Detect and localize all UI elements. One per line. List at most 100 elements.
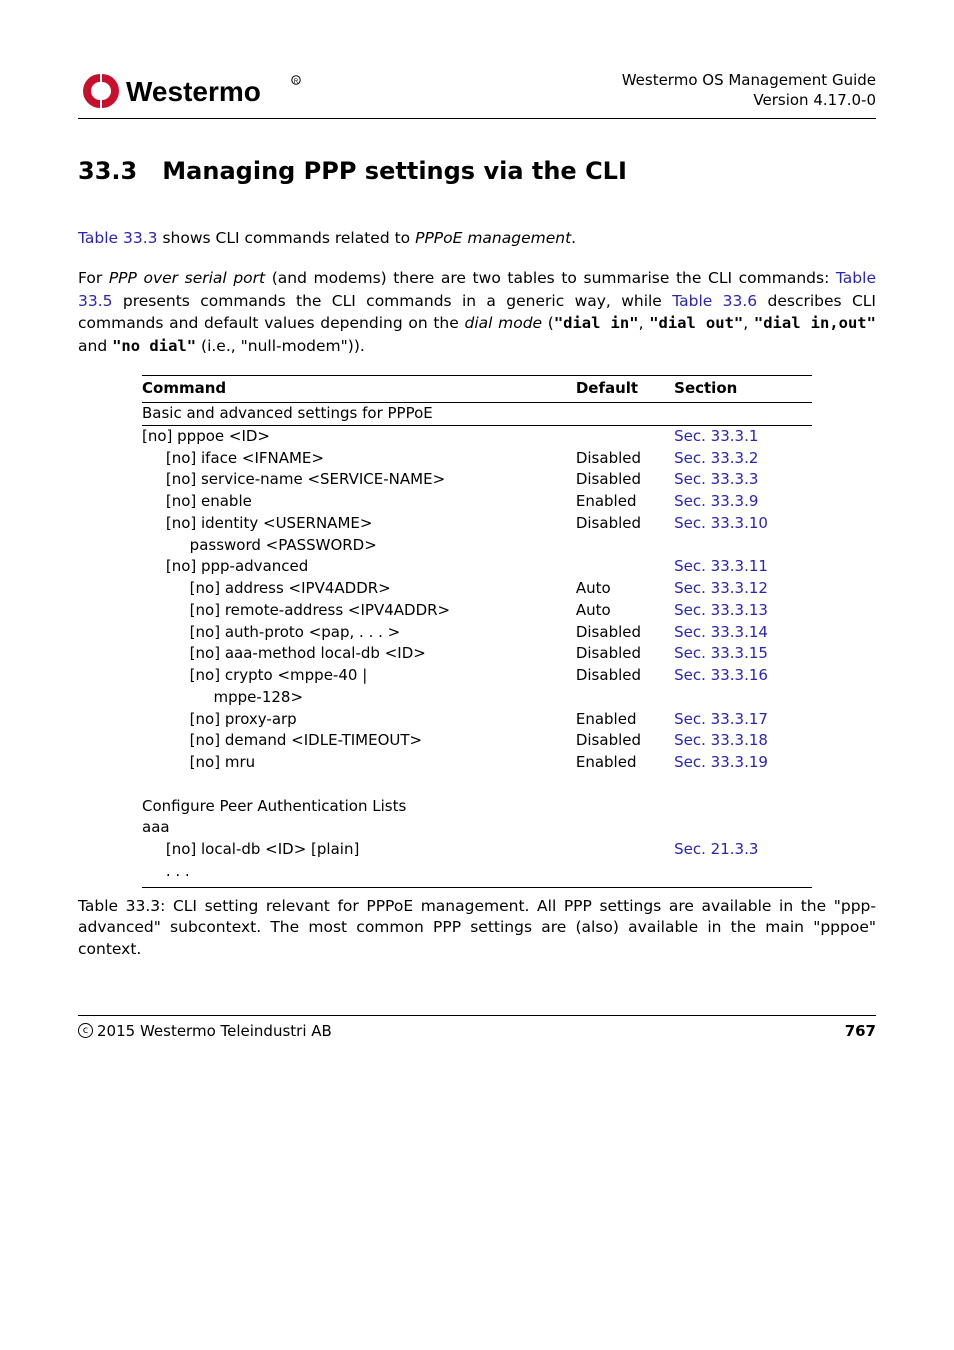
cmd-cell: password <PASSWORD> <box>142 535 576 557</box>
table-row: aaa <box>142 817 812 839</box>
westermo-logo: Westermo R <box>78 70 308 112</box>
table-header-row: Command Default Section <box>142 376 812 403</box>
doc-title-block: Westermo OS Management Guide Version 4.1… <box>622 70 876 111</box>
table-row: Configure Peer Authentication Lists <box>142 796 812 818</box>
default-cell: Enabled <box>576 709 674 731</box>
th-default: Default <box>576 376 674 403</box>
default-cell <box>576 839 674 861</box>
cmd-cell: [no] address <IPV4ADDR> <box>142 578 576 600</box>
section-number: 33.3 <box>78 157 137 185</box>
default-cell <box>576 817 674 839</box>
section-cell[interactable]: Sec. 33.3.15 <box>674 643 812 665</box>
table-row: [no] identity <USERNAME>DisabledSec. 33.… <box>142 513 812 535</box>
default-cell <box>576 556 674 578</box>
section-cell[interactable]: Sec. 33.3.19 <box>674 752 812 774</box>
section-cell[interactable]: Sec. 33.3.14 <box>674 622 812 644</box>
cmd-cell: [no] iface <IFNAME> <box>142 448 576 470</box>
default-cell: Auto <box>576 600 674 622</box>
paragraph-2: For PPP over serial port (and modems) th… <box>78 267 876 357</box>
table-row: mppe-128> <box>142 687 812 709</box>
copyright-text: 2015 Westermo Teleindustri AB <box>97 1022 332 1040</box>
cmd-cell: [no] remote-address <IPV4ADDR> <box>142 600 576 622</box>
section-cell[interactable]: Sec. 33.3.16 <box>674 665 812 687</box>
section-cell <box>674 861 812 887</box>
default-cell: Disabled <box>576 730 674 752</box>
table-row: [no] aaa-method local-db <ID>DisabledSec… <box>142 643 812 665</box>
cmd-cell: aaa <box>142 817 576 839</box>
section-heading: 33.3 Managing PPP settings via the CLI <box>78 157 876 185</box>
table-row: [no] auth-proto <pap, . . . >DisabledSec… <box>142 622 812 644</box>
cmd-cell: . . . <box>142 861 576 887</box>
default-cell: Disabled <box>576 665 674 687</box>
table-row: [no] proxy-arpEnabledSec. 33.3.17 <box>142 709 812 731</box>
table-row: [no] local-db <ID> [plain] Sec. 21.3.3 <box>142 839 812 861</box>
cmd-cell: [no] local-db <ID> [plain] <box>142 839 576 861</box>
section-cell[interactable]: Sec. 33.3.17 <box>674 709 812 731</box>
section-cell[interactable]: Sec. 33.3.10 <box>674 513 812 535</box>
section-cell <box>674 796 812 818</box>
default-cell <box>576 425 674 447</box>
page-footer: c 2015 Westermo Teleindustri AB 767 <box>78 1022 876 1040</box>
table-row: [no] mruEnabledSec. 33.3.19 <box>142 752 812 774</box>
cmd-cell: [no] demand <IDLE-TIMEOUT> <box>142 730 576 752</box>
default-cell: Disabled <box>576 469 674 491</box>
table-row: [no] enableEnabledSec. 33.3.9 <box>142 491 812 513</box>
copyright: c 2015 Westermo Teleindustri AB <box>78 1022 332 1040</box>
cmd-cell: [no] pppoe <ID> <box>142 425 576 447</box>
default-cell: Disabled <box>576 622 674 644</box>
default-cell: Disabled <box>576 513 674 535</box>
cmd-cell: Configure Peer Authentication Lists <box>142 796 576 818</box>
section-cell[interactable]: Sec. 33.3.13 <box>674 600 812 622</box>
th-section: Section <box>674 376 812 403</box>
cmd-cell: mppe-128> <box>142 687 576 709</box>
table-row: [no] ppp-advancedSec. 33.3.11 <box>142 556 812 578</box>
section-cell[interactable]: Sec. 33.3.3 <box>674 469 812 491</box>
table-row: [no] address <IPV4ADDR>AutoSec. 33.3.12 <box>142 578 812 600</box>
table-row: [no] remote-address <IPV4ADDR>AutoSec. 3… <box>142 600 812 622</box>
section-cell[interactable]: Sec. 33.3.11 <box>674 556 812 578</box>
cmd-cell <box>142 774 576 796</box>
link-table-33-6[interactable]: Table 33.6 <box>672 292 757 310</box>
cmd-cell: [no] proxy-arp <box>142 709 576 731</box>
section-cell[interactable]: Sec. 33.3.12 <box>674 578 812 600</box>
section-cell <box>674 687 812 709</box>
default-cell: Auto <box>576 578 674 600</box>
cmd-cell: [no] aaa-method local-db <ID> <box>142 643 576 665</box>
table-row: [no] demand <IDLE-TIMEOUT>DisabledSec. 3… <box>142 730 812 752</box>
default-cell: Enabled <box>576 752 674 774</box>
section-cell <box>674 535 812 557</box>
page-number: 767 <box>845 1022 876 1040</box>
table-row: [no] service-name <SERVICE-NAME>Disabled… <box>142 469 812 491</box>
link-table-33-3[interactable]: Table 33.3 <box>78 229 158 247</box>
default-cell <box>576 774 674 796</box>
table-caption: Table 33.3: CLI setting relevant for PPP… <box>78 896 876 961</box>
section-cell <box>674 817 812 839</box>
default-cell <box>576 535 674 557</box>
table-subheader-cell: Basic and advanced settings for PPPoE <box>142 403 812 426</box>
table-row: . . . <box>142 861 812 887</box>
default-cell: Enabled <box>576 491 674 513</box>
section-title-text: Managing PPP settings via the CLI <box>162 157 627 185</box>
default-cell: Disabled <box>576 643 674 665</box>
svg-text:R: R <box>294 79 299 85</box>
section-cell[interactable]: Sec. 33.3.2 <box>674 448 812 470</box>
table-row: [no] pppoe <ID> Sec. 33.3.1 <box>142 425 812 447</box>
default-cell <box>576 796 674 818</box>
table-row <box>142 774 812 796</box>
cmd-cell: [no] mru <box>142 752 576 774</box>
table-row: password <PASSWORD> <box>142 535 812 557</box>
section-cell <box>674 774 812 796</box>
table-subheader-row: Basic and advanced settings for PPPoE <box>142 403 812 426</box>
section-cell[interactable]: Sec. 33.3.9 <box>674 491 812 513</box>
default-cell <box>576 861 674 887</box>
section-cell[interactable]: Sec. 33.3.18 <box>674 730 812 752</box>
section-cell[interactable]: Sec. 21.3.3 <box>674 839 812 861</box>
cmd-cell: [no] auth-proto <pap, . . . > <box>142 622 576 644</box>
svg-text:Westermo: Westermo <box>126 76 261 107</box>
cmd-cell: [no] identity <USERNAME> <box>142 513 576 535</box>
doc-title-line1: Westermo OS Management Guide <box>622 70 876 90</box>
footer-rule <box>78 1015 876 1016</box>
section-cell[interactable]: Sec. 33.3.1 <box>674 425 812 447</box>
default-cell: Disabled <box>576 448 674 470</box>
doc-title-line2: Version 4.17.0-0 <box>622 90 876 110</box>
